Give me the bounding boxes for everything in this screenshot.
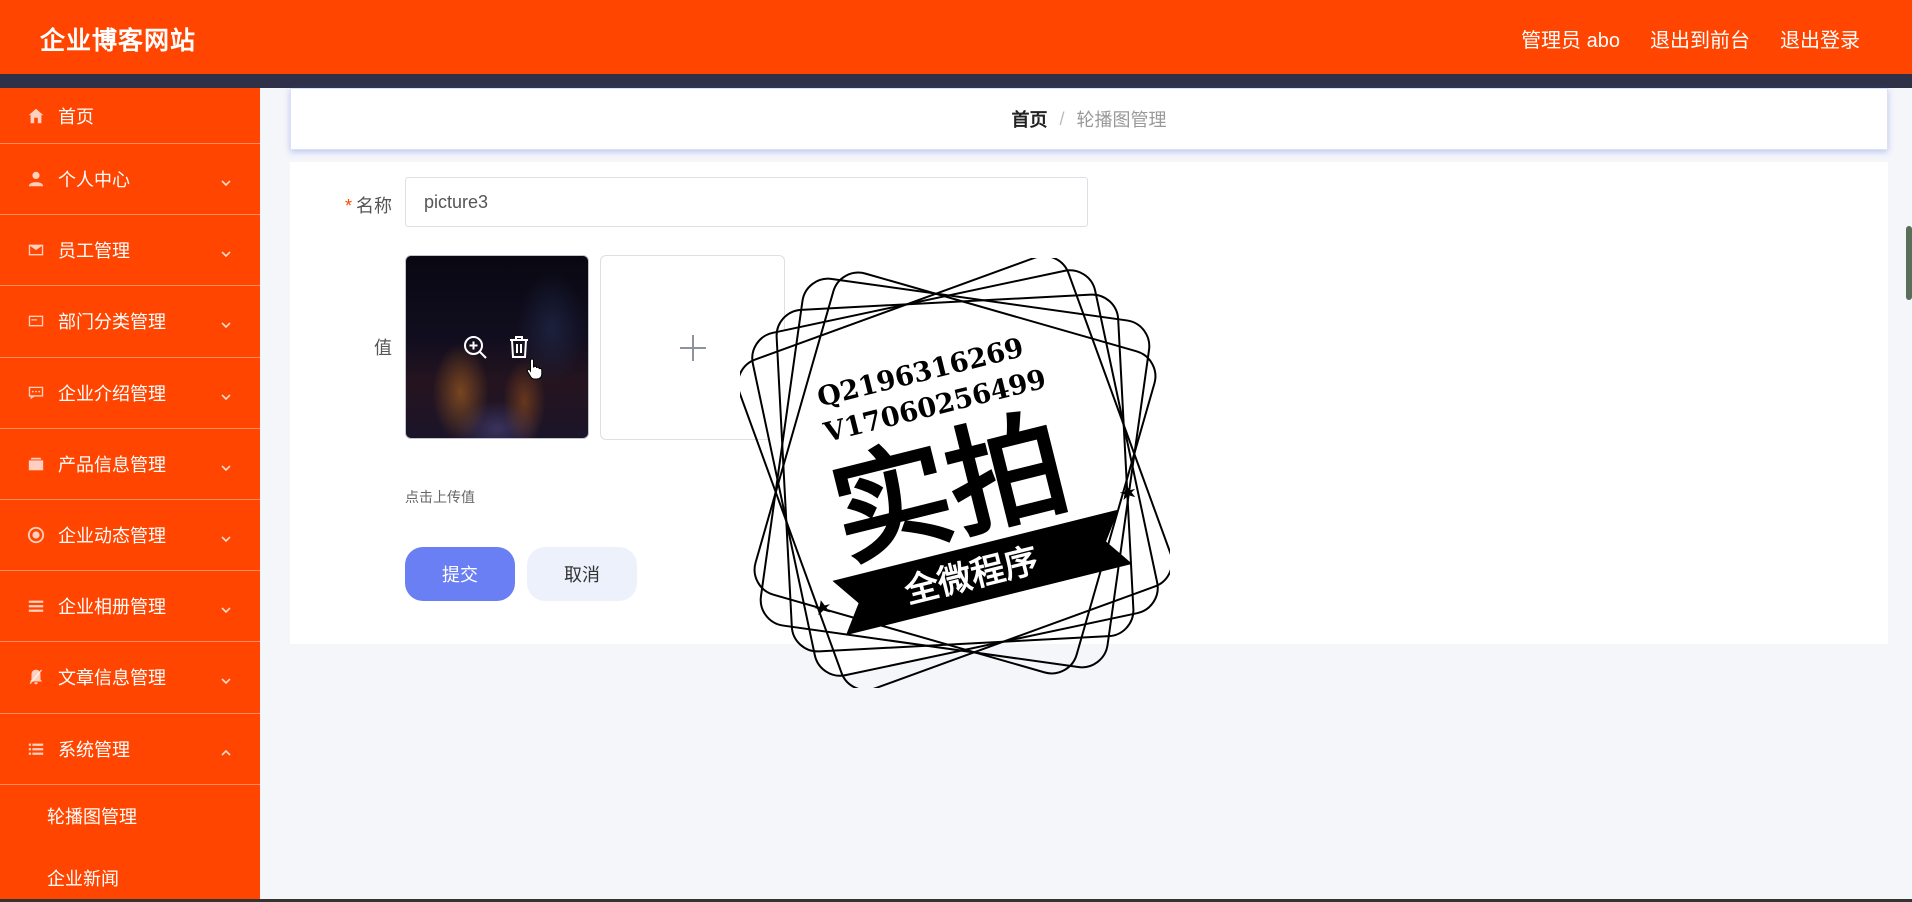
breadcrumb-current: 轮播图管理 — [1076, 110, 1167, 130]
sidebar-item-label: 文章信息管理 — [58, 668, 166, 689]
breadcrumb-separator: / — [1059, 108, 1065, 129]
chevron-down-icon — [220, 458, 232, 471]
chat-icon — [26, 383, 46, 403]
header-divider-strip — [0, 74, 1912, 88]
upload-hint: 点击上传值 — [405, 489, 475, 505]
name-label-text: 名称 — [356, 196, 392, 216]
admin-user-label: 管理员 abo — [1521, 30, 1620, 52]
mail-icon — [26, 240, 46, 260]
wallet-icon — [26, 454, 46, 474]
chevron-down-icon — [220, 600, 232, 614]
chevron-down-icon — [220, 244, 232, 258]
sidebar-item-label: 企业相册管理 — [58, 597, 166, 618]
target-icon — [26, 525, 46, 545]
scrollbar[interactable] — [1906, 226, 1912, 300]
breadcrumb: 首页 / 轮播图管理 — [290, 88, 1888, 150]
sidebar: 首页 个人中心 员工管理 部门分类管理 企业介绍管理 产品信息管理 企业动态管理… — [0, 88, 260, 902]
chevron-up-icon — [220, 743, 232, 756]
thumbnail-actions-overlay — [406, 256, 588, 438]
sidebar-item-label: 员工管理 — [58, 241, 130, 262]
sidebar-subitem-company-news[interactable]: 企业新闻 — [0, 847, 260, 902]
sidebar-item-products[interactable]: 产品信息管理 — [0, 429, 260, 500]
submit-button[interactable]: 提交 — [405, 547, 515, 601]
sidebar-item-home[interactable]: 首页 — [0, 88, 260, 144]
sidebar-item-album[interactable]: 企业相册管理 — [0, 571, 260, 643]
uploaded-image-thumbnail[interactable] — [405, 255, 589, 439]
sidebar-item-articles[interactable]: 文章信息管理 — [0, 642, 260, 714]
sidebar-item-label: 企业介绍管理 — [58, 383, 166, 404]
sidebar-item-label: 企业动态管理 — [58, 526, 166, 547]
chevron-down-icon — [220, 671, 232, 685]
sidebar-subitem-carousel[interactable]: 轮播图管理 — [0, 785, 260, 847]
chevron-down-icon — [220, 387, 232, 400]
required-marker: * — [344, 196, 352, 216]
sidebar-item-staff[interactable]: 员工管理 — [0, 215, 260, 287]
watermark-stamp: Q2196316269 V17060256499 实拍 全微程序 — [740, 258, 1170, 688]
sidebar-item-department[interactable]: 部门分类管理 — [0, 286, 260, 358]
cancel-button[interactable]: 取消 — [527, 547, 637, 601]
home-icon — [26, 106, 46, 126]
exit-to-front-link[interactable]: 退出到前台 — [1650, 24, 1750, 53]
zoom-in-icon[interactable] — [462, 334, 488, 360]
delete-icon[interactable] — [506, 334, 532, 360]
user-icon — [26, 169, 46, 189]
breadcrumb-home[interactable]: 首页 — [1011, 106, 1047, 132]
site-title: 企业博客网站 — [40, 27, 197, 55]
sidebar-item-company-intro[interactable]: 企业介绍管理 — [0, 358, 260, 429]
sidebar-item-system[interactable]: 系统管理 — [0, 714, 260, 785]
sidebar-item-personal-center[interactable]: 个人中心 — [0, 144, 260, 216]
name-label: * 名称 — [290, 192, 392, 218]
logout-link[interactable]: 退出登录 — [1780, 24, 1860, 53]
top-actions: 管理员 abo 退出到前台 退出登录 — [1521, 24, 1860, 53]
top-bar: 企业博客网站 管理员 abo 退出到前台 退出登录 — [0, 0, 1912, 74]
plus-icon — [679, 334, 706, 361]
card-icon — [26, 311, 46, 331]
name-input[interactable] — [405, 177, 1088, 227]
sidebar-item-label: 个人中心 — [58, 170, 130, 191]
sidebar-item-label: 系统管理 — [58, 739, 130, 760]
value-label: 值 — [374, 338, 392, 358]
chevron-down-icon — [220, 529, 232, 543]
chevron-down-icon — [220, 173, 232, 187]
bell-off-icon — [26, 667, 46, 687]
chevron-down-icon — [220, 315, 232, 329]
sidebar-item-label: 产品信息管理 — [58, 454, 166, 475]
sidebar-item-label: 首页 — [58, 106, 94, 127]
hand-cursor-icon — [526, 358, 544, 380]
sidebar-item-news-dynamics[interactable]: 企业动态管理 — [0, 500, 260, 572]
menu-icon — [26, 739, 46, 759]
list-icon — [26, 596, 46, 616]
sidebar-item-label: 部门分类管理 — [58, 312, 166, 333]
